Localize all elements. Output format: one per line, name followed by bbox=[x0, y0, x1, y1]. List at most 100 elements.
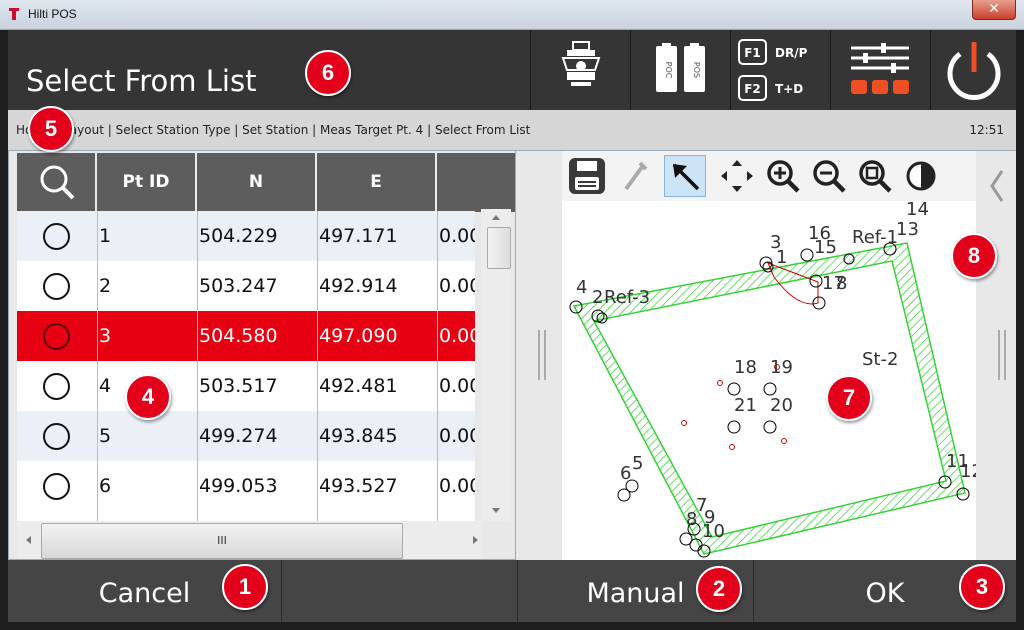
clock-time: 12:51 bbox=[969, 123, 1004, 137]
cell-n: 499.274 bbox=[199, 425, 278, 447]
scroll-down-arrow-icon[interactable] bbox=[481, 503, 511, 517]
column-header-e[interactable]: E bbox=[317, 153, 437, 212]
cell-e: 497.090 bbox=[319, 325, 398, 347]
footer-bar: Cancel Manual OK bbox=[8, 560, 1016, 622]
cell-n: 504.229 bbox=[199, 225, 278, 247]
table-row-selected[interactable]: 3 504.580 497.090 0.00 bbox=[17, 311, 475, 361]
map-canvas[interactable]: 3 1 16 15 Ref-1 13 14 4 2 Ref-3 17 8 18 … bbox=[562, 151, 983, 561]
map-label: St-2 bbox=[862, 349, 898, 370]
chevron-left-icon[interactable] bbox=[982, 161, 1012, 211]
map-label: 5 bbox=[632, 453, 643, 474]
zoom-extent-button[interactable] bbox=[854, 155, 896, 197]
map-label: 20 bbox=[770, 395, 793, 416]
battery-icon: POC POS bbox=[656, 43, 705, 92]
map-label: 8 bbox=[686, 509, 697, 530]
map-label: 15 bbox=[814, 237, 837, 258]
row-radio[interactable] bbox=[43, 273, 70, 300]
cell-h: 0.00 bbox=[439, 425, 475, 447]
page-title: Select From List bbox=[26, 64, 257, 98]
map-label: 1 bbox=[776, 247, 787, 268]
right-splitter-handle-icon[interactable] bbox=[992, 325, 1012, 385]
table-row[interactable]: 5 499.274 493.845 0.00 bbox=[17, 411, 475, 461]
cell-h: 0.00 bbox=[439, 275, 475, 297]
scroll-left-arrow-icon[interactable] bbox=[21, 521, 37, 559]
battery-label-pos: POS bbox=[692, 62, 701, 78]
column-header-n[interactable]: N bbox=[197, 153, 317, 212]
settings-button[interactable] bbox=[830, 30, 930, 110]
row-radio[interactable] bbox=[43, 323, 70, 350]
window-close-button[interactable]: ✕ bbox=[972, 0, 1016, 20]
cell-n: 504.580 bbox=[199, 325, 278, 347]
hilti-app-icon bbox=[9, 8, 19, 20]
table-row[interactable]: 6 499.053 493.527 0.00 bbox=[17, 461, 475, 523]
contrast-icon bbox=[906, 161, 936, 191]
callout-badge-1: 1 bbox=[222, 564, 268, 610]
column-header-h[interactable] bbox=[437, 153, 515, 212]
f1-key: F1 bbox=[744, 46, 761, 60]
map-label: 2 bbox=[592, 287, 603, 308]
cell-n: 499.053 bbox=[199, 475, 278, 497]
search-icon[interactable] bbox=[17, 153, 97, 212]
zoom-out-button[interactable] bbox=[808, 155, 850, 197]
save-tool-button[interactable] bbox=[566, 155, 608, 197]
save-icon bbox=[569, 158, 605, 194]
cell-e: 492.481 bbox=[319, 375, 398, 397]
cell-e: 493.845 bbox=[319, 425, 398, 447]
scroll-right-arrow-icon[interactable] bbox=[467, 521, 483, 559]
callout-badge-3: 3 bbox=[959, 564, 1005, 610]
row-radio[interactable] bbox=[43, 373, 70, 400]
column-divider bbox=[97, 211, 98, 523]
left-splitter-handle-icon[interactable] bbox=[532, 325, 552, 385]
pan-tool-button[interactable] bbox=[716, 155, 758, 197]
map-label: 12 bbox=[960, 461, 976, 482]
zoom-in-icon bbox=[767, 160, 800, 193]
cell-pt-id: 1 bbox=[99, 225, 112, 247]
footer-empty-slot bbox=[282, 560, 518, 622]
row-radio[interactable] bbox=[43, 473, 70, 500]
window-titlebar: Hilti POS ✕ bbox=[0, 0, 1024, 30]
power-button[interactable] bbox=[930, 30, 1016, 110]
table-row[interactable]: 1 504.229 497.171 0.00 bbox=[17, 211, 475, 261]
instrument-icon bbox=[561, 41, 601, 86]
row-radio[interactable] bbox=[43, 423, 70, 450]
map-label: 13 bbox=[896, 219, 919, 240]
settings-sliders-icon bbox=[851, 43, 909, 94]
measure-tool-button[interactable] bbox=[614, 155, 656, 197]
horizontal-scroll-thumb[interactable]: III bbox=[41, 523, 403, 559]
select-tool-button[interactable] bbox=[664, 155, 706, 197]
cell-e: 492.914 bbox=[319, 275, 398, 297]
map-label: 8 bbox=[836, 273, 847, 294]
map-label: 18 bbox=[734, 357, 757, 378]
wrench-icon bbox=[624, 161, 648, 191]
cell-h: 0.00 bbox=[439, 225, 475, 247]
cell-h: 0.00 bbox=[439, 375, 475, 397]
map-label: Ref-3 bbox=[604, 287, 650, 308]
horizontal-scrollbar[interactable]: III bbox=[17, 521, 481, 559]
vertical-scroll-thumb[interactable] bbox=[487, 227, 511, 269]
table-row[interactable]: 4 503.517 492.481 0.00 bbox=[17, 361, 475, 411]
pan-arrows-icon bbox=[721, 160, 753, 192]
cell-pt-id: 2 bbox=[99, 275, 112, 297]
zoom-in-button[interactable] bbox=[762, 155, 804, 197]
function-keys-icon: F1 F2 DR/P T+D bbox=[738, 39, 808, 101]
contrast-button[interactable] bbox=[900, 155, 942, 197]
table-row[interactable]: 2 503.247 492.914 0.00 bbox=[17, 261, 475, 311]
page-header: Select From List POC POS F1 F2 DR/P T+D bbox=[8, 30, 1016, 110]
scroll-up-arrow-icon[interactable] bbox=[481, 211, 511, 225]
site-plan-drawing[interactable]: 3 1 16 15 Ref-1 13 14 4 2 Ref-3 17 8 18 … bbox=[562, 151, 983, 561]
vertical-scrollbar[interactable] bbox=[481, 209, 511, 521]
row-radio[interactable] bbox=[43, 223, 70, 250]
function-keys-button[interactable]: F1 F2 DR/P T+D bbox=[730, 30, 830, 110]
callout-badge-8: 8 bbox=[951, 233, 997, 279]
breadcrumb-bar: Home | Layout | Select Station Type | Se… bbox=[8, 110, 1016, 150]
search-column-header[interactable] bbox=[17, 153, 97, 212]
point-list-panel: Pt ID N E 1 504.229 497.171 0.00 2 503.2… bbox=[8, 150, 516, 560]
instrument-button[interactable] bbox=[530, 30, 630, 110]
table-header: Pt ID N E bbox=[17, 153, 515, 212]
callout-badge-7: 7 bbox=[826, 375, 872, 421]
column-header-pt-id[interactable]: Pt ID bbox=[97, 153, 197, 212]
battery-button[interactable]: POC POS bbox=[630, 30, 730, 110]
column-divider bbox=[197, 211, 198, 523]
column-divider bbox=[437, 211, 438, 523]
window-title: Hilti POS bbox=[28, 7, 77, 21]
